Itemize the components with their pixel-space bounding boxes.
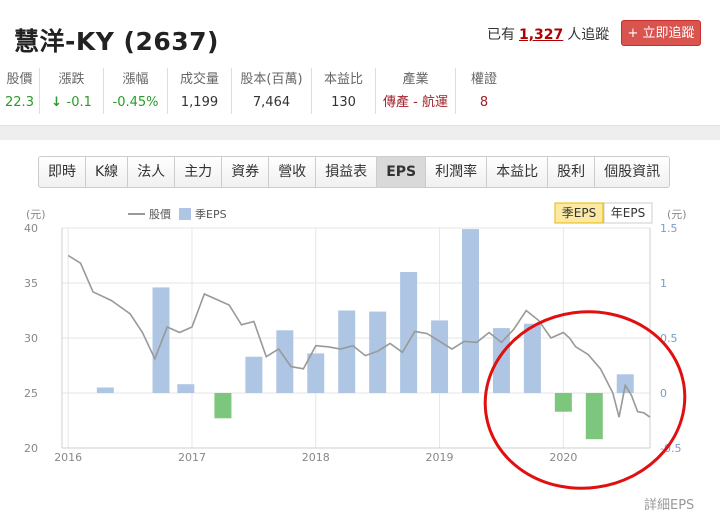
eps-bar xyxy=(214,393,232,419)
left-tick-label: 40 xyxy=(24,222,38,235)
left-tick-label: 20 xyxy=(24,442,38,455)
left-tick-label: 25 xyxy=(24,387,38,400)
eps-bar xyxy=(523,323,541,393)
left-tick-label: 35 xyxy=(24,277,38,290)
eps-bar xyxy=(245,356,263,393)
eps-chart: 20253035402016 2017 2018 2019 2020-0.500.511… xyxy=(24,202,687,490)
eps-bar xyxy=(152,287,170,393)
eps-bar xyxy=(431,320,449,393)
right-tick-label: 1 xyxy=(660,277,667,290)
right-tick-label: 1.5 xyxy=(660,222,678,235)
x-tick-label: 2019 xyxy=(426,451,454,464)
eps-bar xyxy=(177,384,195,393)
eps-bar xyxy=(276,330,294,393)
x-tick-label: 2017 xyxy=(178,451,206,464)
right-axis-unit: (元) xyxy=(667,208,687,221)
x-tick-label: 2018 xyxy=(302,451,330,464)
right-tick-label: 0 xyxy=(660,387,667,400)
x-tick-label: 2016 xyxy=(54,451,82,464)
x-tick-label: 2020 xyxy=(549,451,577,464)
left-axis-unit: (元) xyxy=(26,208,46,221)
eps-bar xyxy=(307,353,325,393)
toggle-quarterly-label: 季EPS xyxy=(562,206,596,220)
eps-bar xyxy=(338,310,356,393)
legend-price-label: 股價 xyxy=(149,207,171,221)
eps-bar xyxy=(369,311,387,393)
eps-bar xyxy=(585,393,603,440)
eps-bar xyxy=(96,387,114,393)
legend-eps-label: 季EPS xyxy=(195,208,227,221)
toggle-annual-label: 年EPS xyxy=(611,206,645,220)
eps-bar xyxy=(554,393,572,412)
legend-eps-swatch xyxy=(179,208,191,220)
left-tick-label: 30 xyxy=(24,332,38,345)
eps-bar xyxy=(616,374,634,393)
eps-bar xyxy=(462,229,480,393)
